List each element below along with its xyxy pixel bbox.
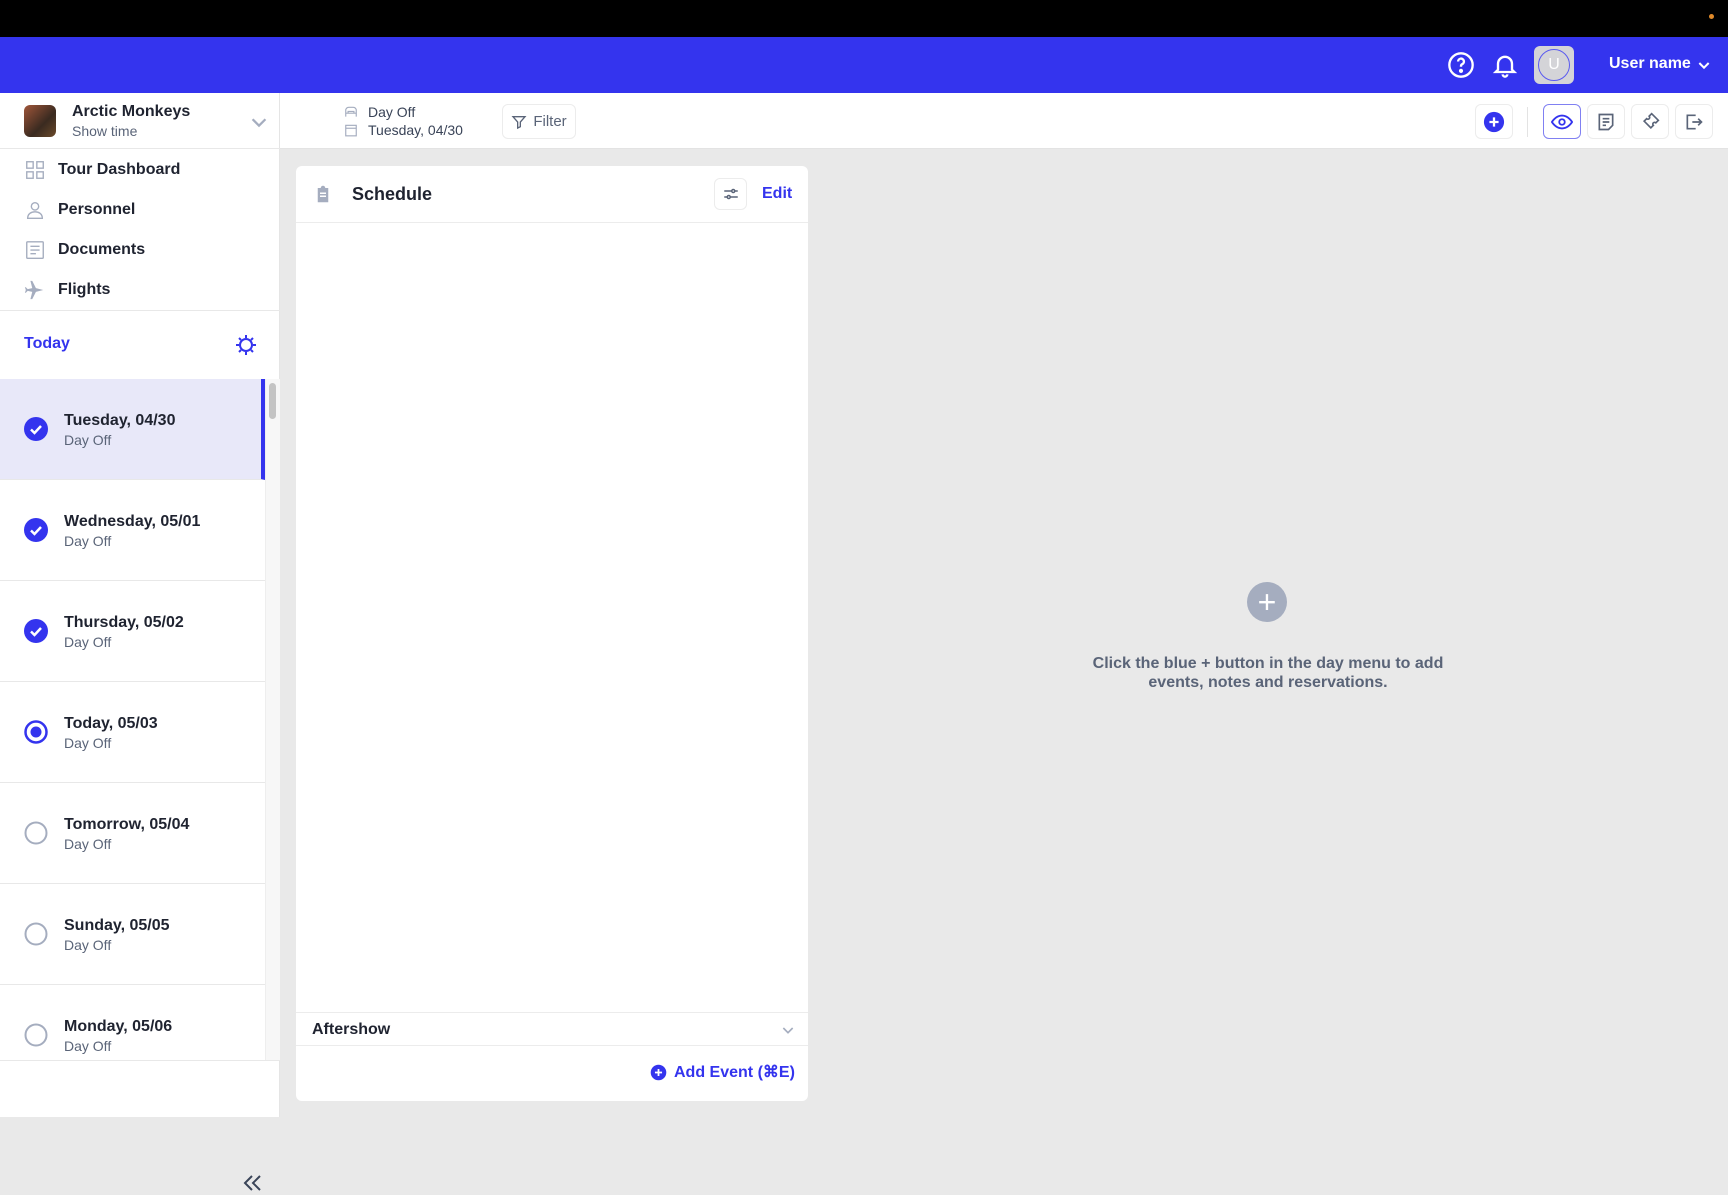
user-name[interactable]: User name [1609,55,1691,73]
day-title: Monday, 05/06 [64,1018,173,1035]
day-subtitle: Day Off [64,634,112,650]
day-toolbar: Day Off Tuesday, 04/30 Filter [280,93,1728,149]
app-header: U User name [0,37,1728,93]
exit-icon [1686,114,1703,129]
day-title: Thursday, 05/02 [64,614,184,631]
sidebar-item-personnel[interactable]: Personnel [24,195,135,225]
sliders-icon [723,188,738,200]
notes-button[interactable] [1587,104,1625,139]
divider [1527,107,1528,137]
today-link[interactable]: Today [24,335,70,353]
day-subtitle: Day Off [64,533,112,549]
radio-empty-icon [24,922,48,946]
bell-icon[interactable] [1491,51,1519,79]
status-dot [1709,14,1714,19]
day-list: Tuesday, 04/30 Day Off Wednesday, 05/01 Day… [0,379,280,1060]
check-circle-icon [24,518,48,542]
day-subtitle: Day Off [64,937,112,953]
divider [296,222,808,223]
day-subtitle: Day Off [64,1038,112,1054]
grid-icon [26,161,44,179]
sidebar-item-label: Documents [58,241,146,258]
chevron-down-icon[interactable] [1696,57,1712,73]
day-list-item[interactable]: Thursday, 05/02 Day Off [0,581,265,682]
eye-icon [1551,114,1573,129]
ticket-button[interactable] [1631,104,1669,139]
add-button[interactable] [1475,104,1513,139]
note-icon [1598,113,1614,130]
day-title: Sunday, 05/05 [64,917,170,934]
day-list-item[interactable]: Tuesday, 04/30 Day Off [0,379,265,480]
sidebar-item-flights[interactable]: Flights [24,275,110,305]
document-icon [26,241,44,259]
bed-icon [345,106,357,117]
radio-selected-icon [24,720,48,744]
export-button[interactable] [1675,104,1713,139]
plus-circle-icon [1483,111,1505,132]
scrollbar[interactable] [265,379,280,1060]
avatar[interactable]: U [1534,46,1574,84]
system-bar [0,0,1728,37]
edit-button[interactable]: Edit [762,185,792,203]
section-label: Aftershow [312,1021,391,1038]
check-circle-icon [24,417,48,441]
filter-label: Filter [533,113,567,130]
divider [0,310,280,311]
add-event-button[interactable]: Add Event (⌘E) [650,1062,795,1082]
filter-icon [511,115,527,129]
add-event-label: Add Event (⌘E) [674,1064,795,1081]
clipboard-icon [317,185,329,203]
radio-empty-icon [24,821,48,845]
radio-empty-icon [24,1023,48,1047]
day-title: Tuesday, 04/30 [64,412,176,429]
ticket-icon [1642,111,1660,129]
schedule-settings-button[interactable] [714,178,747,210]
day-subtitle: Day Off [64,836,112,852]
day-type: Day Off [368,104,416,120]
chevron-down-icon[interactable] [780,1022,796,1038]
day-list-item[interactable]: Monday, 05/06 Day Off [0,985,265,1060]
collapse-sidebar-icon[interactable] [240,1171,264,1195]
day-title: Wednesday, 05/01 [64,513,201,530]
help-icon[interactable] [1447,51,1475,79]
day-list-item[interactable]: Today, 05/03 Day Off [0,682,265,783]
sidebar: Arctic Monkeys Show time Tour Dashboard … [0,93,280,1191]
avatar-initial: U [1538,49,1570,81]
day-list-item[interactable]: Sunday, 05/05 Day Off [0,884,265,985]
sidebar-item-label: Tour Dashboard [58,161,181,178]
plus-icon: + [1247,582,1287,622]
sidebar-item-tour-dashboard[interactable]: Tour Dashboard [24,155,180,185]
day-date: Tuesday, 04/30 [368,122,463,138]
empty-state-message: Click the blue + button in the day menu … [1092,655,1444,691]
sidebar-item-label: Flights [58,281,111,298]
divider [0,1060,280,1061]
tour-selector[interactable]: Arctic Monkeys Show time [0,93,280,149]
filter-button[interactable]: Filter [502,104,576,139]
day-title: Tomorrow, 05/04 [64,816,190,833]
scrollbar-thumb[interactable] [269,383,276,419]
band-image [24,105,56,137]
section-aftershow[interactable]: Aftershow [296,1012,808,1046]
day-list-item[interactable]: Tomorrow, 05/04 Day Off [0,783,265,884]
plus-circle-icon [650,1064,667,1080]
calendar-icon [345,124,357,137]
day-title: Today, 05/03 [64,715,158,732]
view-button[interactable] [1543,104,1581,139]
check-circle-icon [24,619,48,643]
schedule-title: Schedule [352,184,433,204]
schedule-card: Schedule Edit Aftershow Add Event (⌘E) [296,166,808,1101]
band-subtitle: Show time [72,123,138,139]
day-subtitle: Day Off [64,735,112,751]
plane-icon [24,280,44,300]
day-list-item[interactable]: Wednesday, 05/01 Day Off [0,480,265,581]
day-subtitle: Day Off [64,432,112,448]
band-name: Arctic Monkeys [72,103,191,120]
chevron-down-icon[interactable] [248,111,270,133]
person-icon [26,201,44,219]
sidebar-item-documents[interactable]: Documents [24,235,145,265]
sidebar-item-label: Personnel [58,201,136,218]
sun-icon[interactable] [234,333,258,357]
